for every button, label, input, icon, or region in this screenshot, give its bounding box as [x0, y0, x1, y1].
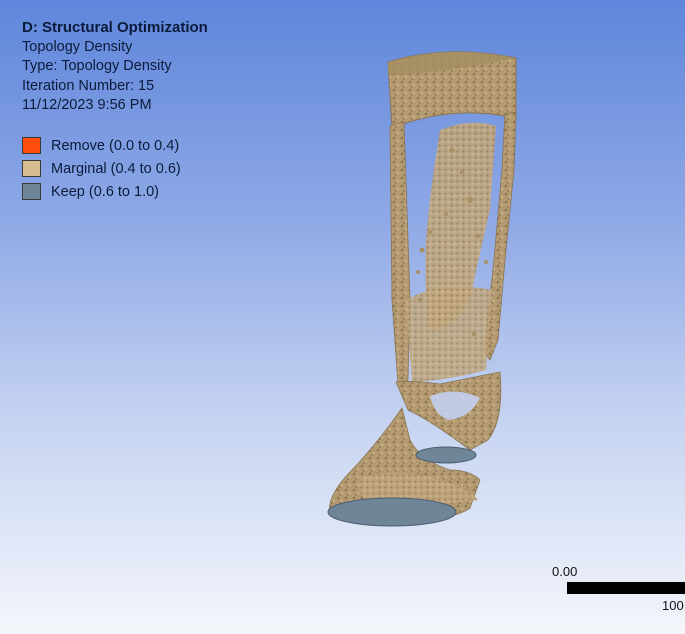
graphics-viewport[interactable]: D: Structural Optimization Topology Dens…	[0, 0, 685, 634]
brace-heel-keep-face	[415, 446, 477, 464]
scale-bar-start-label: 0.00	[552, 564, 578, 579]
scale-bar-line	[567, 582, 685, 594]
brace-rear-strut	[389, 121, 411, 385]
optimized-brace-model[interactable]	[0, 0, 685, 634]
brace-sole-keep-face	[327, 497, 457, 527]
scale-bar-end-label: 100	[662, 598, 684, 613]
scale-bar: 0.00 100	[540, 560, 685, 620]
